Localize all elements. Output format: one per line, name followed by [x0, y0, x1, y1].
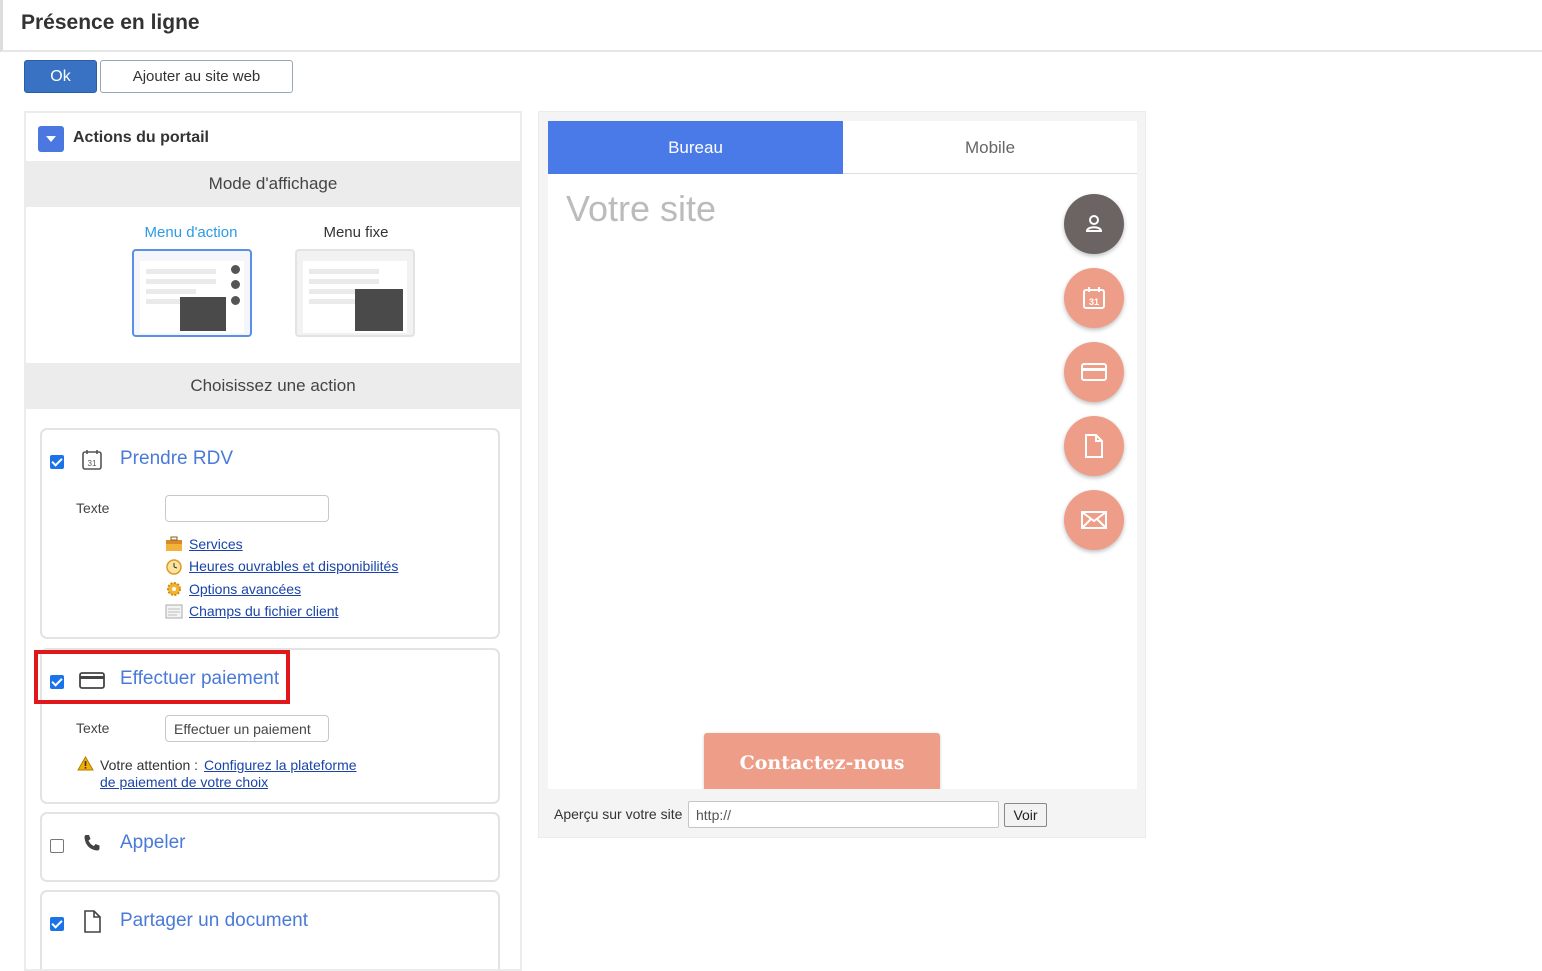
gear-icon — [167, 582, 181, 596]
configure-payment-link-continued[interactable]: de paiement de votre choix — [100, 774, 268, 790]
fab-calendar[interactable]: 31 — [1064, 268, 1124, 328]
calendar-icon: 31 — [82, 450, 102, 470]
calendar-icon: 31 — [1083, 287, 1105, 309]
tab-mobile[interactable]: Mobile — [843, 121, 1137, 174]
tab-desktop[interactable]: Bureau — [548, 121, 843, 174]
appointment-title[interactable]: Prendre RDV — [120, 448, 233, 470]
mode-option-action-menu[interactable]: Menu d'action — [126, 224, 256, 241]
briefcase-icon — [166, 536, 182, 551]
fab-payment[interactable] — [1064, 342, 1124, 402]
advanced-options-link[interactable]: Options avancées — [189, 581, 301, 597]
display-mode-header: Mode d'affichage — [26, 161, 520, 207]
svg-text:31: 31 — [88, 459, 97, 468]
credit-card-icon — [1081, 363, 1107, 381]
portal-actions-panel: Actions du portail Mode d'affichage Menu… — [24, 111, 522, 971]
appointment-text-input[interactable] — [165, 495, 329, 522]
preview-url-label: Aperçu sur votre site — [554, 806, 683, 822]
highlight-box — [34, 650, 290, 704]
mode-option-fixed-menu[interactable]: Menu fixe — [296, 224, 416, 241]
add-to-website-button[interactable]: Ajouter au site web — [100, 60, 293, 93]
svg-text:31: 31 — [1089, 297, 1099, 307]
document-checkbox[interactable] — [50, 917, 64, 931]
title-bar: Présence en ligne — [0, 0, 1542, 52]
call-title[interactable]: Appeler — [120, 832, 186, 854]
text-label: Texte — [76, 500, 110, 516]
action-card-document: Partager un document — [40, 890, 500, 969]
site-title: Votre site — [566, 188, 717, 229]
document-title[interactable]: Partager un document — [120, 910, 308, 932]
text-label: Texte — [76, 720, 110, 736]
mode-label: Menu d'action — [144, 224, 238, 241]
collapse-toggle-icon[interactable] — [38, 126, 64, 152]
fab-mail[interactable] — [1064, 490, 1124, 550]
action-card-appointment: 31 Prendre RDV Texte Services Heures ouv… — [40, 428, 500, 639]
preview-panel: Bureau Mobile Votre site 31 Contactez-no… — [538, 111, 1146, 838]
call-checkbox[interactable] — [50, 839, 64, 853]
action-card-call: Appeler — [40, 812, 500, 882]
client-fields-link[interactable]: Champs du fichier client — [189, 603, 338, 619]
mode-label: Menu fixe — [323, 224, 389, 241]
choose-action-header: Choisissez une action — [26, 363, 520, 409]
page-title: Présence en ligne — [21, 11, 200, 34]
ok-button[interactable]: Ok — [24, 60, 97, 93]
services-link[interactable]: Services — [189, 536, 243, 552]
mail-icon — [1081, 511, 1107, 529]
client-file-icon — [165, 604, 183, 619]
appointment-checkbox[interactable] — [50, 455, 64, 469]
fab-document[interactable] — [1064, 416, 1124, 476]
warning-text: Votre attention : — [100, 757, 199, 773]
fixed-menu-thumbnail[interactable] — [295, 249, 415, 337]
payment-text-input[interactable]: Effectuer un paiement — [165, 715, 329, 742]
phone-icon — [84, 835, 100, 851]
configure-payment-link[interactable]: Configurez la plateforme — [204, 757, 357, 773]
site-preview: Votre site 31 Contactez-nous — [548, 174, 1137, 789]
warning-icon — [77, 756, 94, 771]
document-icon — [1085, 434, 1103, 458]
user-icon — [1085, 215, 1103, 232]
view-button[interactable]: Voir — [1004, 803, 1047, 827]
contact-us-button[interactable]: Contactez-nous — [704, 733, 940, 789]
document-icon — [84, 910, 101, 933]
action-menu-thumbnail[interactable] — [132, 249, 252, 337]
clock-icon — [166, 559, 182, 575]
panel-title: Actions du portail — [73, 129, 209, 146]
preview-url-input[interactable]: http:// — [688, 801, 999, 828]
fab-user[interactable] — [1064, 194, 1124, 254]
business-hours-link[interactable]: Heures ouvrables et disponibilités — [189, 558, 398, 574]
